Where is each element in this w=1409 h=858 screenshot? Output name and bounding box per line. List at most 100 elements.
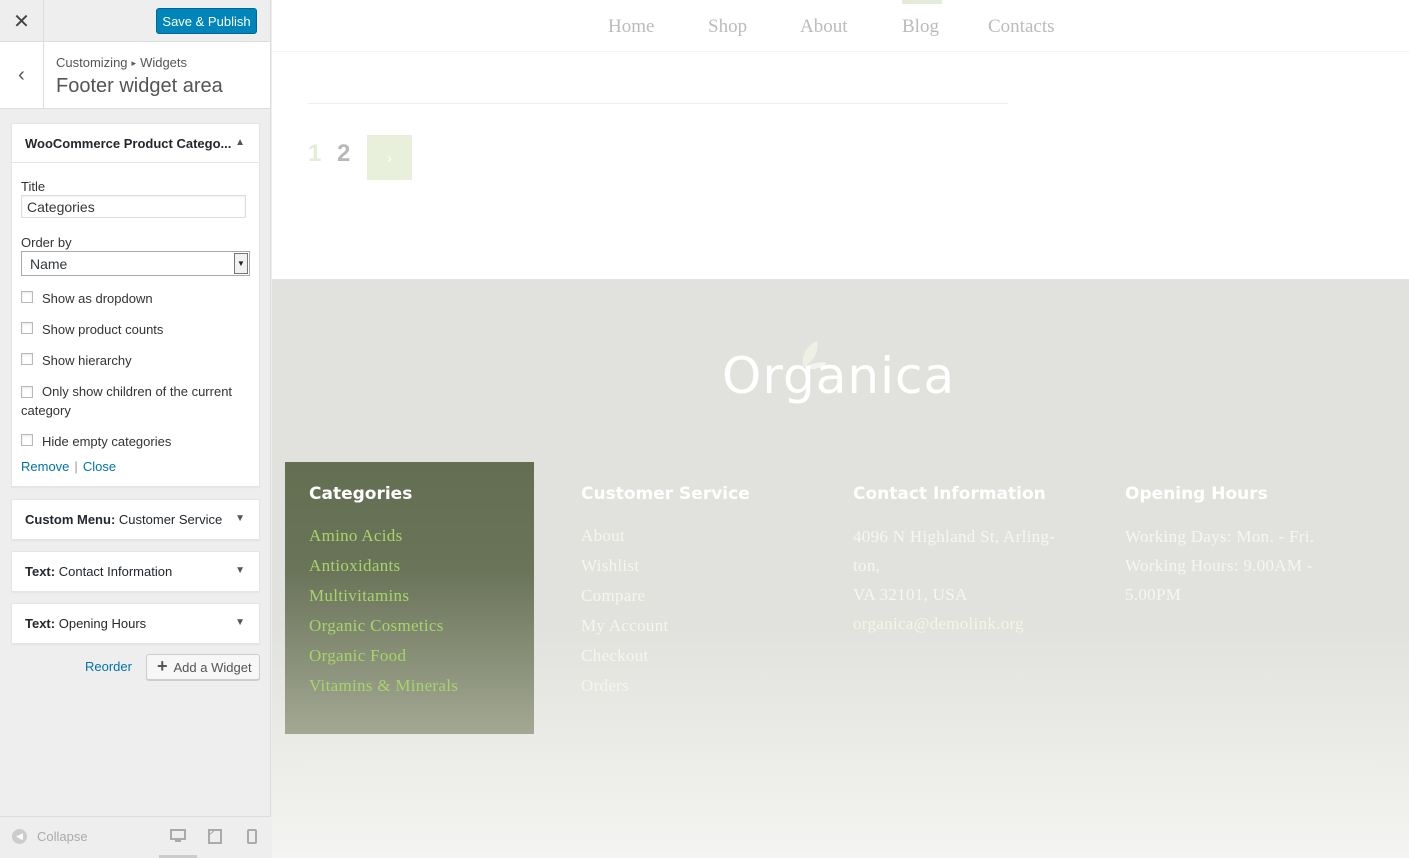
expand-arrow-icon[interactable]: ▼ [235,565,245,576]
tablet-icon[interactable] [208,829,222,848]
back-arrow-icon[interactable]: ‹ [0,42,44,108]
desktop-icon[interactable] [170,829,186,847]
checkbox-label: Show hierarchy [42,353,132,368]
dropdown-arrow-icon[interactable]: ▼ [234,253,248,274]
checkbox-label: Only show children of the current catego… [21,384,233,418]
section-header: ‹ Customizing ▸ Widgets Footer widget area [0,42,270,109]
footer-categories: Categories Amino Acids Antioxidants Mult… [285,462,534,734]
service-link[interactable]: Wishlist [581,556,750,576]
checkbox-row: Hide empty categories [21,432,250,451]
collapse-button[interactable]: ◀ Collapse [12,829,88,844]
footer-customer-service: Customer Service About Wishlist Compare … [581,484,750,706]
widget-type: Text: [25,564,56,579]
widget-custom-menu[interactable]: Custom Menu: Customer Service ▼ [11,499,260,540]
expand-arrow-icon[interactable]: ▼ [235,513,245,524]
checkbox-row: Show as dropdown [21,289,250,308]
reorder-link[interactable]: Reorder [85,659,132,674]
show-hierarchy-checkbox[interactable] [21,353,33,365]
organica-logo[interactable]: Organica [722,339,962,419]
checkbox-label: Hide empty categories [42,434,172,449]
plus-icon: + [157,656,168,676]
customizer-footer: ◀ Collapse [0,816,271,858]
active-nav-indicator [902,0,942,4]
show-dropdown-checkbox[interactable] [21,291,33,303]
title-label: Title [21,179,46,194]
category-link[interactable]: Organic Food [309,646,534,666]
widget-type: Custom Menu: [25,512,116,527]
breadcrumb: Customizing ▸ Widgets [56,55,187,70]
categories-heading: Categories [309,484,413,504]
copyright-line[interactable]: © 2016 Organica is proudly powered by Wo… [571,806,1111,821]
title-input[interactable]: Categories [21,195,246,218]
breadcrumb-root: Customizing [56,55,128,70]
close-icon[interactable]: ✕ [0,0,44,42]
pagination-next-button[interactable]: › [367,135,412,180]
service-link[interactable]: Orders [581,676,750,696]
category-link[interactable]: Amino Acids [309,526,534,546]
widget-actions: Remove | Close [21,459,250,474]
breadcrumb-current: Widgets [140,55,188,70]
copyright-text: © 2016 Organica is proudly powered by Wo… [272,806,1409,822]
category-link[interactable]: Antioxidants [309,556,534,576]
widget-text-contact[interactable]: Text: Contact Information ▼ [11,551,260,592]
widget-header[interactable]: Text: Contact Information ▼ [12,552,259,591]
site-preview: Home Shop About Blog Contacts 1 2 › Orga… [272,0,1409,858]
footer-contact: Contact Information 4096 N Highland St, … [853,484,1055,638]
close-link[interactable]: Close [83,459,116,474]
checkbox-label: Show product counts [42,322,164,337]
hours-line: Working Hours: 9.00AM - [1125,556,1313,575]
section-title: Footer widget area [56,75,223,97]
nav-contacts[interactable]: Contacts [988,16,1055,38]
customizer-sidebar: ✕ Save & Publish ‹ Customizing ▸ Widgets F… [0,0,271,858]
widget-title: WooCommerce Product Catego... [25,135,232,151]
category-link[interactable]: Multivitamins [309,586,534,606]
widget-product-categories: WooCommerce Product Catego... ▲ Title Ca… [11,123,260,487]
add-widget-label: Add a Widget [173,659,252,675]
widget-name: Opening Hours [58,616,147,631]
orderby-label: Order by [21,235,72,250]
service-link[interactable]: Compare [581,586,750,606]
add-widget-button[interactable]: + Add a Widget [146,654,260,680]
collapse-arrow-icon[interactable]: ▲ [235,137,245,148]
widget-type: Text: [25,616,56,631]
separator: | [74,459,78,474]
breadcrumb-arrow-icon: ▸ [131,58,137,68]
widget-text-hours[interactable]: Text: Opening Hours ▼ [11,603,260,644]
widget-header[interactable]: Custom Menu: Customer Service ▼ [12,500,259,539]
address-line: 4096 N Highland St, Arling- [853,527,1056,546]
save-publish-button[interactable]: Save & Publish [156,8,257,34]
widget-header[interactable]: Text: Opening Hours ▼ [12,604,259,643]
mobile-icon[interactable] [247,829,257,848]
widget-header[interactable]: WooCommerce Product Catego... ▲ [12,124,259,163]
hide-empty-checkbox[interactable] [21,434,33,446]
footer-hours: Opening Hours Working Days: Mon. - Fri. … [1125,484,1314,609]
widget-name: Customer Service [118,512,223,527]
contact-email-link[interactable]: organica@demolink.org [853,609,1055,638]
widget-name: Contact Information [58,564,173,579]
service-link[interactable]: Checkout [581,646,750,666]
nav-blog[interactable]: Blog [902,16,939,38]
service-link[interactable]: About [581,526,750,546]
nav-about[interactable]: About [800,16,848,38]
nav-shop[interactable]: Shop [708,16,747,38]
only-children-checkbox[interactable] [21,386,33,398]
pagination-page-2[interactable]: 2 [337,140,350,168]
show-counts-checkbox[interactable] [21,322,33,334]
nav-home[interactable]: Home [608,16,654,38]
site-footer: Organica Categories Amino Acids Antioxid… [272,279,1409,858]
category-link[interactable]: Organic Cosmetics [309,616,534,636]
chevron-right-icon: › [387,149,392,166]
orderby-value: Name [30,255,68,272]
category-link[interactable]: Vitamins & Minerals [309,676,534,696]
collapse-label: Collapse [37,829,88,844]
pagination-current: 1 [308,140,322,167]
service-link[interactable]: My Account [581,616,750,636]
orderby-select[interactable]: Name ▼ [21,251,250,276]
hours-line: Working Days: Mon. - Fri. [1125,527,1315,546]
hours-heading: Opening Hours [1125,484,1268,504]
remove-link[interactable]: Remove [21,459,69,474]
logo-text: Organica [722,347,956,405]
main-navigation: Home Shop About Blog Contacts [272,0,1409,52]
expand-arrow-icon[interactable]: ▼ [235,617,245,628]
customizer-header-actions: ✕ Save & Publish [0,0,270,42]
